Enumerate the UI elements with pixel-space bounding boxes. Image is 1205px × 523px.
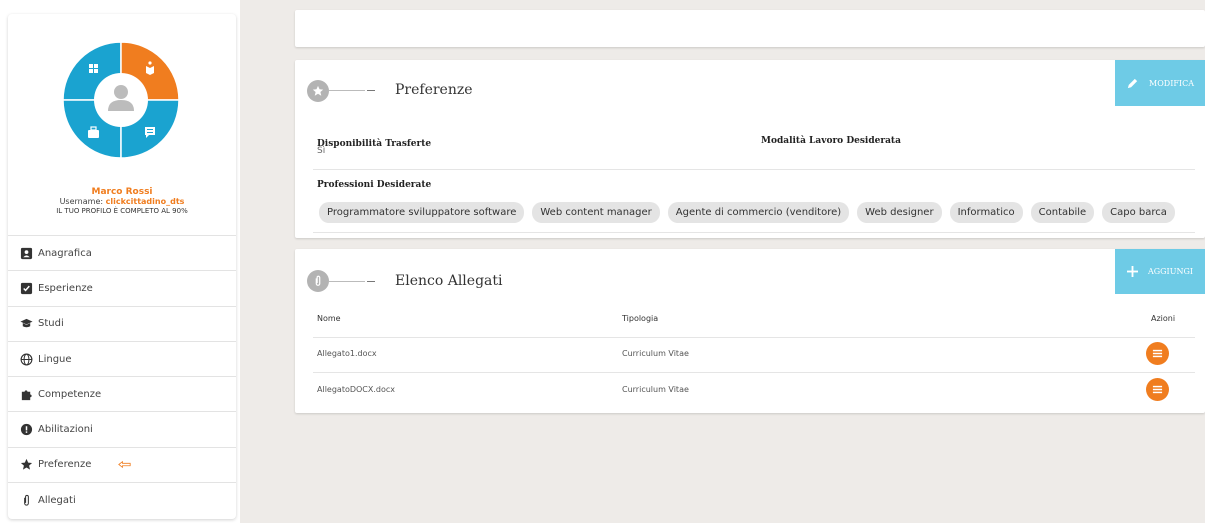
professions-label: Professioni Desiderate <box>317 180 432 190</box>
sidebar-item-label: Lingue <box>38 353 72 365</box>
sidebar-item-label: Allegati <box>38 495 76 507</box>
edit-button-label: MODIFICA <box>1149 78 1194 88</box>
top-card <box>295 10 1205 47</box>
sidebar-item-lingue[interactable]: Lingue <box>8 342 236 378</box>
preferences-header-icon <box>307 80 329 102</box>
travel-label: Disponibilità Trasferte <box>317 139 432 149</box>
add-button-label: AGGIUNGI <box>1147 267 1193 276</box>
column-header-type: Tipologia <box>622 314 659 323</box>
puzzle-icon <box>21 390 32 400</box>
row-menu-button[interactable] <box>1146 378 1169 401</box>
column-header-actions: Azioni <box>1151 314 1176 323</box>
sidebar-item-abilitazioni[interactable]: Abilitazioni <box>8 412 236 448</box>
profession-chip: Web designer <box>857 202 942 223</box>
sidebar-item-preferenze[interactable]: Preferenze <box>8 448 236 484</box>
arrow-left-icon <box>118 460 131 468</box>
sidebar-item-label: Anagrafica <box>38 247 92 259</box>
preferences-title: Preferenze <box>395 82 473 98</box>
sidebar-item-esperienze[interactable]: Esperienze <box>8 271 236 307</box>
plus-icon <box>1126 266 1138 277</box>
header-line <box>329 90 365 91</box>
sidebar-item-allegati[interactable]: Allegati <box>8 483 236 518</box>
divider <box>313 169 1195 170</box>
attachments-header-icon <box>307 270 329 292</box>
briefcase-check-icon <box>20 282 33 295</box>
profile-panel: Marco Rossi Username: clickcittadino_dts… <box>8 14 236 236</box>
globe-icon <box>20 353 33 365</box>
username-value: clickcittadino_dts <box>105 197 185 206</box>
profile-completion: IL TUO PROFILO È COMPLETO AL 90% <box>56 207 188 215</box>
profession-chip: Informatico <box>949 202 1023 223</box>
row-menu-button[interactable] <box>1146 342 1169 365</box>
attachments-title: Elenco Allegati <box>395 273 503 289</box>
preferences-card: Preferenze MODIFICA Disponibilità Trasfe… <box>295 60 1205 238</box>
edit-button[interactable]: MODIFICA <box>1115 60 1205 106</box>
star-icon <box>312 85 324 96</box>
sidebar-item-label: Preferenze <box>38 459 92 471</box>
menu-lines-icon <box>1152 349 1163 358</box>
id-card-icon <box>20 247 33 259</box>
paperclip-icon <box>315 275 321 286</box>
sidebar-item-label: Studi <box>38 318 64 330</box>
sidebar-item-studi[interactable]: Studi <box>8 307 236 342</box>
sidebar-item-label: Competenze <box>38 388 102 400</box>
column-header-name: Nome <box>317 314 341 323</box>
profession-chip: Agente di commercio (venditore) <box>667 202 850 223</box>
profile-name: Marco Rossi <box>91 187 153 197</box>
row-file-name: AllegatoDOCX.docx <box>317 385 396 394</box>
certificate-icon <box>20 424 33 436</box>
header-line <box>329 281 365 282</box>
row-file-type: Curriculum Vitae <box>622 349 689 358</box>
paperclip-icon <box>24 495 29 506</box>
profession-chip: Capo barca <box>1102 202 1175 223</box>
travel-value: Sì <box>317 146 326 156</box>
sidebar-item-competenze[interactable]: Competenze <box>8 377 236 413</box>
sidebar-item-label: Abilitazioni <box>38 424 93 436</box>
header-dash <box>367 90 375 91</box>
sidebar-item-anagrafica[interactable]: Anagrafica <box>8 236 236 272</box>
row-file-type: Curriculum Vitae <box>622 385 689 394</box>
star-icon <box>20 459 33 471</box>
profession-chip: Programmatore sviluppatore software <box>319 202 525 223</box>
row-file-name: Allegato1.docx <box>317 349 377 358</box>
header-dash <box>367 281 375 282</box>
profile-username: Username: clickcittadino_dts <box>8 197 236 206</box>
menu-lines-icon <box>1152 385 1163 394</box>
divider <box>313 337 1195 338</box>
username-label: Username: <box>59 197 106 206</box>
add-button[interactable]: AGGIUNGI <box>1115 249 1205 294</box>
graduation-cap-icon <box>20 319 33 328</box>
professions-list: Programmatore sviluppatore software Web … <box>319 202 1175 223</box>
sidebar: Marco Rossi Username: clickcittadino_dts… <box>8 14 236 519</box>
profession-chip: Web content manager <box>532 202 660 223</box>
pencil-icon <box>1127 78 1138 88</box>
divider <box>313 372 1195 373</box>
work-mode-label: Modalità Lavoro Desiderata <box>761 136 901 146</box>
profession-chip: Contabile <box>1030 202 1095 223</box>
attachments-card: Elenco Allegati AGGIUNGI Nome Tipologia … <box>295 249 1205 413</box>
divider <box>313 232 1195 233</box>
profile-donut <box>63 41 179 159</box>
sidebar-menu: Anagrafica Esperienze Studi Lingue Compe… <box>8 236 236 518</box>
sidebar-item-label: Esperienze <box>38 282 93 294</box>
